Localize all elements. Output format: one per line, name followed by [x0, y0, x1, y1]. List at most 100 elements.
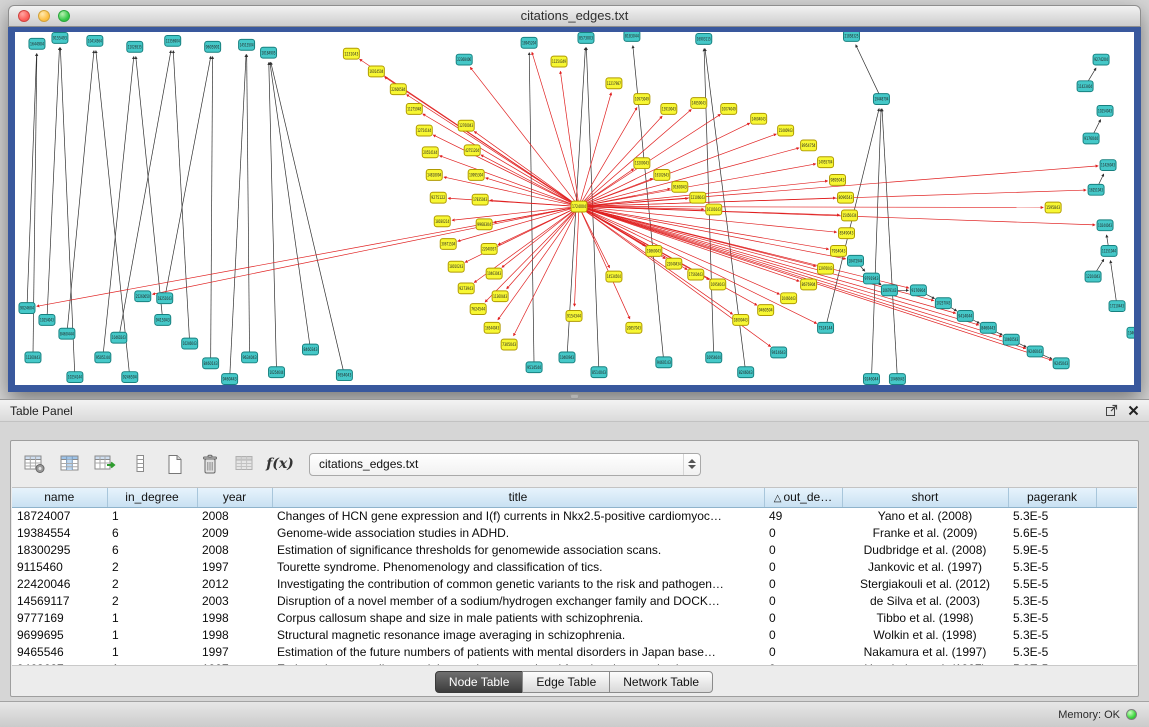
column-header-pagerank[interactable]: pagerank	[1008, 488, 1096, 507]
graph-node[interactable]: 11026535	[127, 41, 143, 52]
graph-node[interactable]: 12104043	[1085, 271, 1101, 282]
graph-node[interactable]: 9275122	[430, 192, 446, 203]
graph-node[interactable]: 18030214	[434, 216, 450, 227]
graph-node[interactable]: 14534504	[606, 271, 622, 282]
graph-node[interactable]: 1231043	[343, 48, 359, 59]
graph-node[interactable]: 16102643	[654, 170, 670, 181]
graph-node[interactable]: 10954644	[706, 352, 722, 363]
graph-node[interactable]: 9414044	[957, 311, 973, 322]
graph-node[interactable]: 14955704	[818, 157, 834, 168]
graph-node[interactable]: 11260443	[25, 352, 41, 363]
graph-node[interactable]: 18010243	[448, 261, 464, 272]
table-row[interactable]: 2242004622012Investigating the contribut…	[12, 575, 1137, 592]
graph-node[interactable]: 9176904	[910, 285, 926, 296]
network-graph[interactable]: 1724004112543491221798710973049123104316…	[15, 32, 1134, 385]
graph-node[interactable]: 8676904	[801, 279, 817, 290]
graph-node[interactable]: 16903115	[696, 33, 712, 44]
graph-node[interactable]: 9415043	[155, 314, 171, 325]
graph-node[interactable]: 8096543	[838, 192, 854, 203]
graph-node[interactable]: 9895043	[830, 174, 846, 185]
select-columns-icon[interactable]	[56, 451, 84, 478]
column-header-name[interactable]: name	[12, 488, 107, 507]
new-document-icon[interactable]	[161, 451, 189, 478]
graph-node[interactable]: 9154344	[566, 311, 582, 322]
graph-node[interactable]: 10973049	[634, 94, 650, 105]
graph-node[interactable]: 10954043	[710, 279, 726, 290]
graph-node[interactable]: 8514043	[591, 367, 607, 378]
graph-node[interactable]: 11275948	[406, 103, 422, 114]
graph-node[interactable]: 19860043	[646, 245, 662, 256]
graph-node[interactable]: 9460504	[758, 305, 774, 316]
graph-node[interactable]: 8954754	[801, 140, 817, 151]
graph-node[interactable]: 8460443	[980, 322, 996, 333]
graph-node[interactable]: 18472944	[848, 255, 864, 266]
graph-node[interactable]: 1644904	[29, 38, 45, 49]
graph-node[interactable]: 8549043	[839, 228, 855, 239]
graph-node[interactable]: 22040434	[666, 258, 682, 269]
column-header-short[interactable]: short	[842, 488, 1008, 507]
add-column-icon[interactable]	[91, 451, 119, 478]
graph-node[interactable]: 21858325	[844, 32, 860, 41]
table-row[interactable]: 1456911722003Disruption of a novel membe…	[12, 592, 1137, 609]
graph-node[interactable]: 13200043	[634, 158, 650, 169]
float-panel-icon[interactable]	[1105, 404, 1118, 417]
graph-node[interactable]: 22368406	[456, 54, 472, 65]
graph-node[interactable]: 1595843	[1045, 202, 1061, 213]
graph-node[interactable]: 7624544	[470, 304, 486, 315]
table-row[interactable]: 911546021997Tourette syndrome. Phenomeno…	[12, 558, 1137, 575]
graph-node[interactable]: 9246504	[122, 372, 138, 383]
graph-node[interactable]: 10460043	[1127, 327, 1134, 338]
graph-node[interactable]: 15450434	[842, 210, 858, 221]
graph-node[interactable]: 14818094	[426, 170, 442, 181]
graph-node[interactable]: 9246043	[1027, 346, 1043, 357]
graph-node[interactable]: 14850043	[691, 98, 707, 109]
close-panel-icon[interactable]	[1128, 405, 1139, 416]
graph-node[interactable]: 10460943	[559, 352, 575, 363]
graph-node[interactable]: 10244043	[1097, 220, 1113, 231]
graph-node[interactable]: 12106043	[690, 192, 706, 203]
graph-node[interactable]: 18184905	[261, 47, 277, 58]
graph-node[interactable]: 30671504	[440, 239, 456, 250]
function-fx-icon[interactable]: f(x)	[266, 451, 294, 478]
graph-node[interactable]: 10463043	[486, 268, 502, 279]
graph-node[interactable]: 9273943	[458, 283, 474, 294]
graph-node[interactable]: 12760043	[458, 120, 474, 131]
graph-node[interactable]: 15440943	[778, 125, 794, 136]
graph-node[interactable]: 11426043	[1100, 160, 1116, 171]
graph-node[interactable]: 10414564	[87, 35, 103, 46]
table-settings-icon[interactable]	[21, 451, 49, 478]
graph-node[interactable]: 10460243	[111, 332, 127, 343]
graph-node[interactable]: 16251043	[1088, 184, 1104, 195]
graph-node[interactable]: 8246043	[738, 367, 754, 378]
window-titlebar[interactable]: citations_edges.txt	[8, 5, 1141, 27]
graph-node[interactable]: 12976043	[818, 263, 834, 274]
graph-node[interactable]: 12356904	[165, 35, 181, 46]
tab-network-table[interactable]: Network Table	[609, 671, 713, 693]
tab-edge-table[interactable]: Edge Table	[522, 671, 610, 693]
graph-node[interactable]: 10257043	[935, 298, 951, 309]
graph-node[interactable]: 7954043	[831, 245, 847, 256]
graph-node[interactable]: 9791943	[863, 273, 879, 284]
graph-node[interactable]: 9024604	[19, 303, 35, 314]
graph-node[interactable]: 9505144	[95, 352, 111, 363]
graph-node[interactable]: 17835043	[472, 194, 488, 205]
graph-node[interactable]: 11423404	[1077, 81, 1093, 92]
graph-node[interactable]: 10246043	[182, 338, 198, 349]
column-header-outde[interactable]: △out_de…	[764, 488, 842, 507]
table-row[interactable]: 1938455462009Genome-wide association stu…	[12, 524, 1137, 541]
graph-node[interactable]: 14513504	[239, 39, 255, 50]
graph-node[interactable]: 9460143	[656, 357, 672, 368]
column-header-year[interactable]: year	[197, 488, 272, 507]
graph-node[interactable]: 8460444	[59, 328, 75, 339]
graph-node[interactable]: 8573003	[578, 32, 594, 43]
graph-node[interactable]: 11360443	[492, 291, 508, 302]
trash-icon[interactable]	[196, 451, 224, 478]
graph-node[interactable]: 11251044	[1101, 245, 1117, 256]
graph-node[interactable]: 16101643	[706, 204, 722, 215]
graph-node[interactable]: 18945204	[521, 37, 537, 48]
graph-node[interactable]: 9245043	[1053, 358, 1069, 369]
graph-node[interactable]: 17560443	[688, 269, 704, 280]
graph-node[interactable]: 10254644	[269, 367, 285, 378]
graph-node[interactable]: 11254349	[551, 56, 567, 67]
graph-node[interactable]: 8183044	[624, 32, 640, 41]
